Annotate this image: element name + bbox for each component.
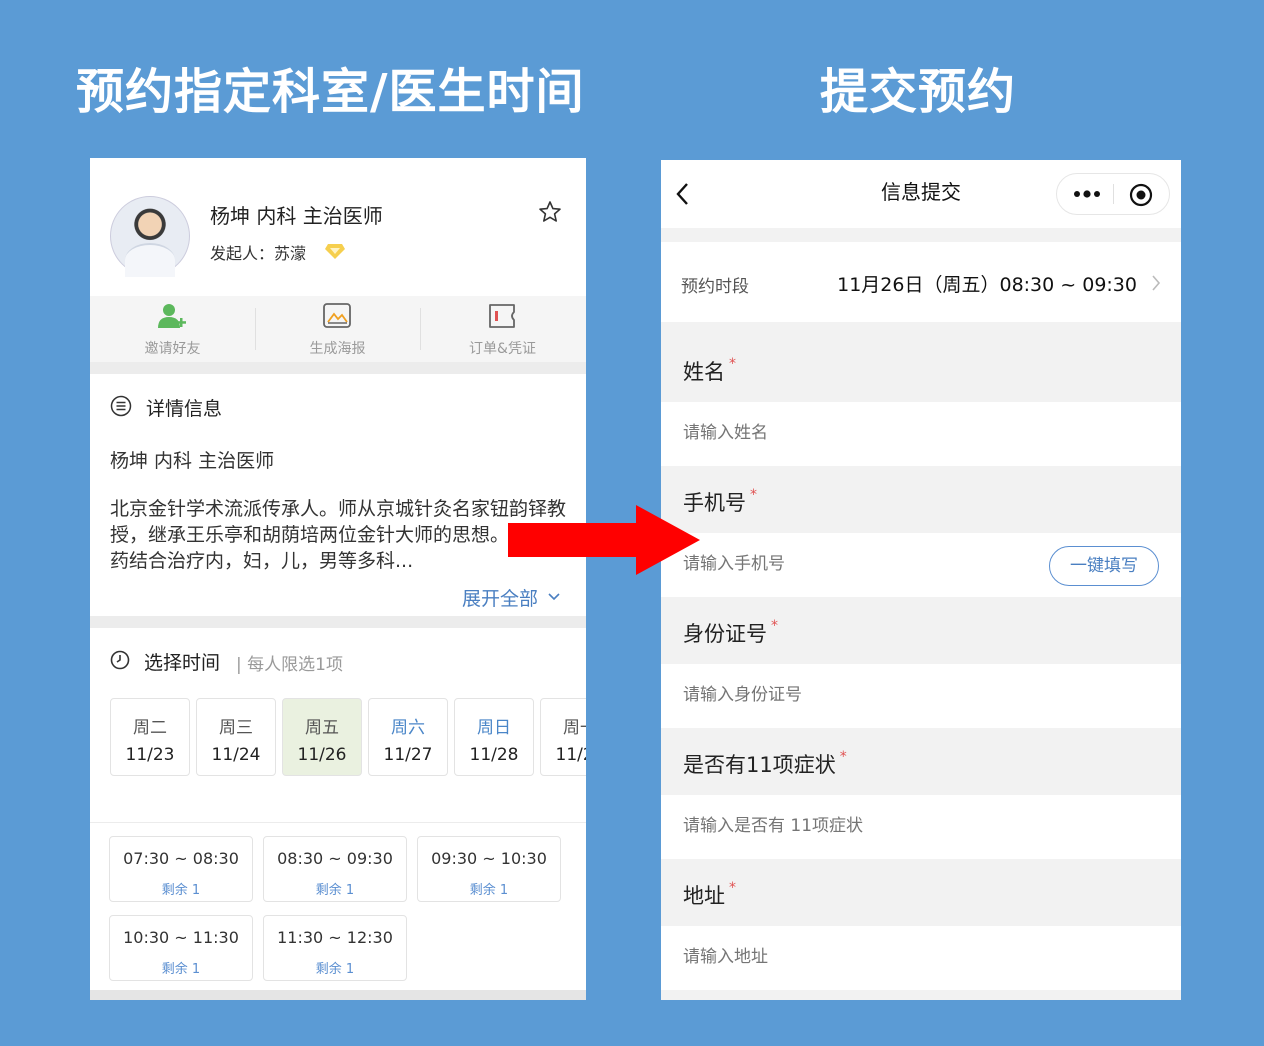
doctor-name: 杨坤 内科 主治医师	[210, 204, 383, 228]
doctor-header: 杨坤 内科 主治医师 发起人：苏濛	[90, 158, 586, 296]
diamond-badge-icon	[325, 244, 345, 259]
slot-remaining: 剩余 1	[315, 883, 355, 898]
required-mark: *	[729, 356, 736, 372]
day-weekday: 周三	[219, 718, 253, 738]
clock-icon	[110, 650, 130, 670]
field-label-text: 是否有11项症状	[683, 753, 836, 777]
time-slot[interactable]: 10:30 ~ 11:30 剩余 1	[109, 915, 253, 981]
day-card[interactable]: 周二 11/23	[110, 698, 190, 776]
field-input[interactable]	[683, 423, 1043, 443]
day-date: 11/28	[469, 745, 519, 765]
field-label: 是否有11项症状 *	[683, 749, 847, 779]
day-card[interactable]: 周日 11/28	[454, 698, 534, 776]
slot-label: 预约时段	[681, 277, 749, 297]
select-limit-note: | 每人限选1项	[236, 655, 343, 675]
day-weekday: 周六	[391, 718, 425, 738]
field-label-text: 地址	[683, 884, 725, 908]
field-input[interactable]	[683, 816, 1043, 836]
day-date: 11/29	[555, 745, 587, 765]
field-label-text: 姓名	[683, 360, 725, 384]
ticket-icon	[489, 304, 515, 328]
field-input[interactable]	[683, 947, 1043, 967]
expand-all-link[interactable]: 展开全部	[462, 584, 538, 611]
chevron-down-icon	[548, 593, 560, 601]
details-description: 北京金针学术流派传承人。师从京城针灸名家钮韵铎教授，继承王乐亭和胡荫培两位金针大…	[110, 498, 567, 572]
nav-bar: 信息提交	[661, 160, 1181, 228]
slot-remaining: 剩余 1	[315, 962, 355, 977]
required-mark: *	[771, 618, 778, 634]
day-date: 11/24	[211, 745, 261, 765]
day-card[interactable]: 周五 11/26	[282, 698, 362, 776]
appointment-screen: 杨坤 内科 主治医师 发起人：苏濛 邀请好友 生成海报 订单&凭证 详情信息 杨…	[90, 158, 586, 1000]
mini-program-capsule	[1056, 173, 1170, 215]
field-label: 地址 *	[683, 880, 736, 910]
add-user-icon	[158, 304, 186, 328]
field-input[interactable]	[683, 554, 1043, 574]
field-label: 身份证号 *	[683, 618, 778, 648]
slot-remaining: 剩余 1	[469, 883, 509, 898]
day-card[interactable]: 周一 11/29	[540, 698, 586, 776]
day-weekday: 周一	[563, 718, 586, 738]
day-card[interactable]: 周三 11/24	[196, 698, 276, 776]
autofill-button[interactable]: 一键填写	[1049, 546, 1159, 586]
time-slot[interactable]: 07:30 ~ 08:30 剩余 1	[109, 836, 253, 902]
avatar	[110, 196, 190, 277]
slot-time: 08:30 ~ 09:30	[277, 849, 393, 868]
list-icon	[110, 395, 132, 417]
field-label: 姓名 *	[683, 356, 736, 386]
action-label: 订单&凭证	[469, 341, 536, 357]
chevron-right-icon	[1152, 275, 1161, 291]
day-date: 11/23	[125, 745, 175, 765]
details-title: 详情信息	[146, 398, 223, 420]
details-doctor-line: 杨坤 内科 主治医师	[110, 450, 275, 472]
time-slot[interactable]: 08:30 ~ 09:30 剩余 1	[263, 836, 407, 902]
slot-time: 07:30 ~ 08:30	[123, 849, 239, 868]
day-date: 11/26	[297, 745, 347, 765]
action-bar: 邀请好友 生成海报 订单&凭证	[90, 296, 586, 362]
headline-left: 预约指定科室/医生时间	[76, 64, 585, 120]
day-weekday: 周日	[477, 718, 511, 738]
generate-poster-button[interactable]: 生成海报	[255, 296, 420, 362]
slot-value: 11月26日（周五）08:30 ~ 09:30	[837, 274, 1137, 296]
action-label: 生成海报	[309, 341, 366, 357]
action-label: 邀请好友	[144, 341, 201, 357]
field-input[interactable]	[683, 685, 1043, 705]
image-icon	[323, 303, 351, 328]
time-slot[interactable]: 11:30 ~ 12:30 剩余 1	[263, 915, 407, 981]
orders-vouchers-button[interactable]: 订单&凭证	[420, 296, 585, 362]
day-weekday: 周二	[133, 718, 167, 738]
required-mark: *	[839, 749, 847, 765]
slot-time: 10:30 ~ 11:30	[123, 928, 239, 947]
headline-right: 提交预约	[820, 64, 1017, 120]
slot-time: 09:30 ~ 10:30	[431, 849, 547, 868]
initiator-label: 发起人：苏濛	[210, 244, 307, 263]
required-mark: *	[750, 487, 757, 503]
required-mark: *	[729, 880, 736, 896]
flow-arrow	[508, 505, 700, 575]
favorite-star-icon[interactable]	[538, 200, 562, 224]
day-date: 11/27	[383, 745, 433, 765]
slot-time: 11:30 ~ 12:30	[277, 928, 393, 947]
slot-remaining: 剩余 1	[161, 883, 201, 898]
select-time-title: 选择时间	[144, 652, 221, 674]
day-weekday: 周五	[305, 718, 339, 738]
more-dots-icon[interactable]	[1073, 187, 1101, 201]
time-slot[interactable]: 09:30 ~ 10:30 剩余 1	[417, 836, 561, 902]
day-card[interactable]: 周六 11/27	[368, 698, 448, 776]
invite-friends-button[interactable]: 邀请好友	[90, 296, 255, 362]
field-label-text: 身份证号	[683, 622, 767, 646]
close-target-icon[interactable]	[1129, 183, 1153, 207]
slot-remaining: 剩余 1	[161, 962, 201, 977]
submit-screen: 信息提交 预约时段 11月26日（周五）08:30 ~ 09:30 姓名*手机号…	[661, 160, 1181, 1000]
